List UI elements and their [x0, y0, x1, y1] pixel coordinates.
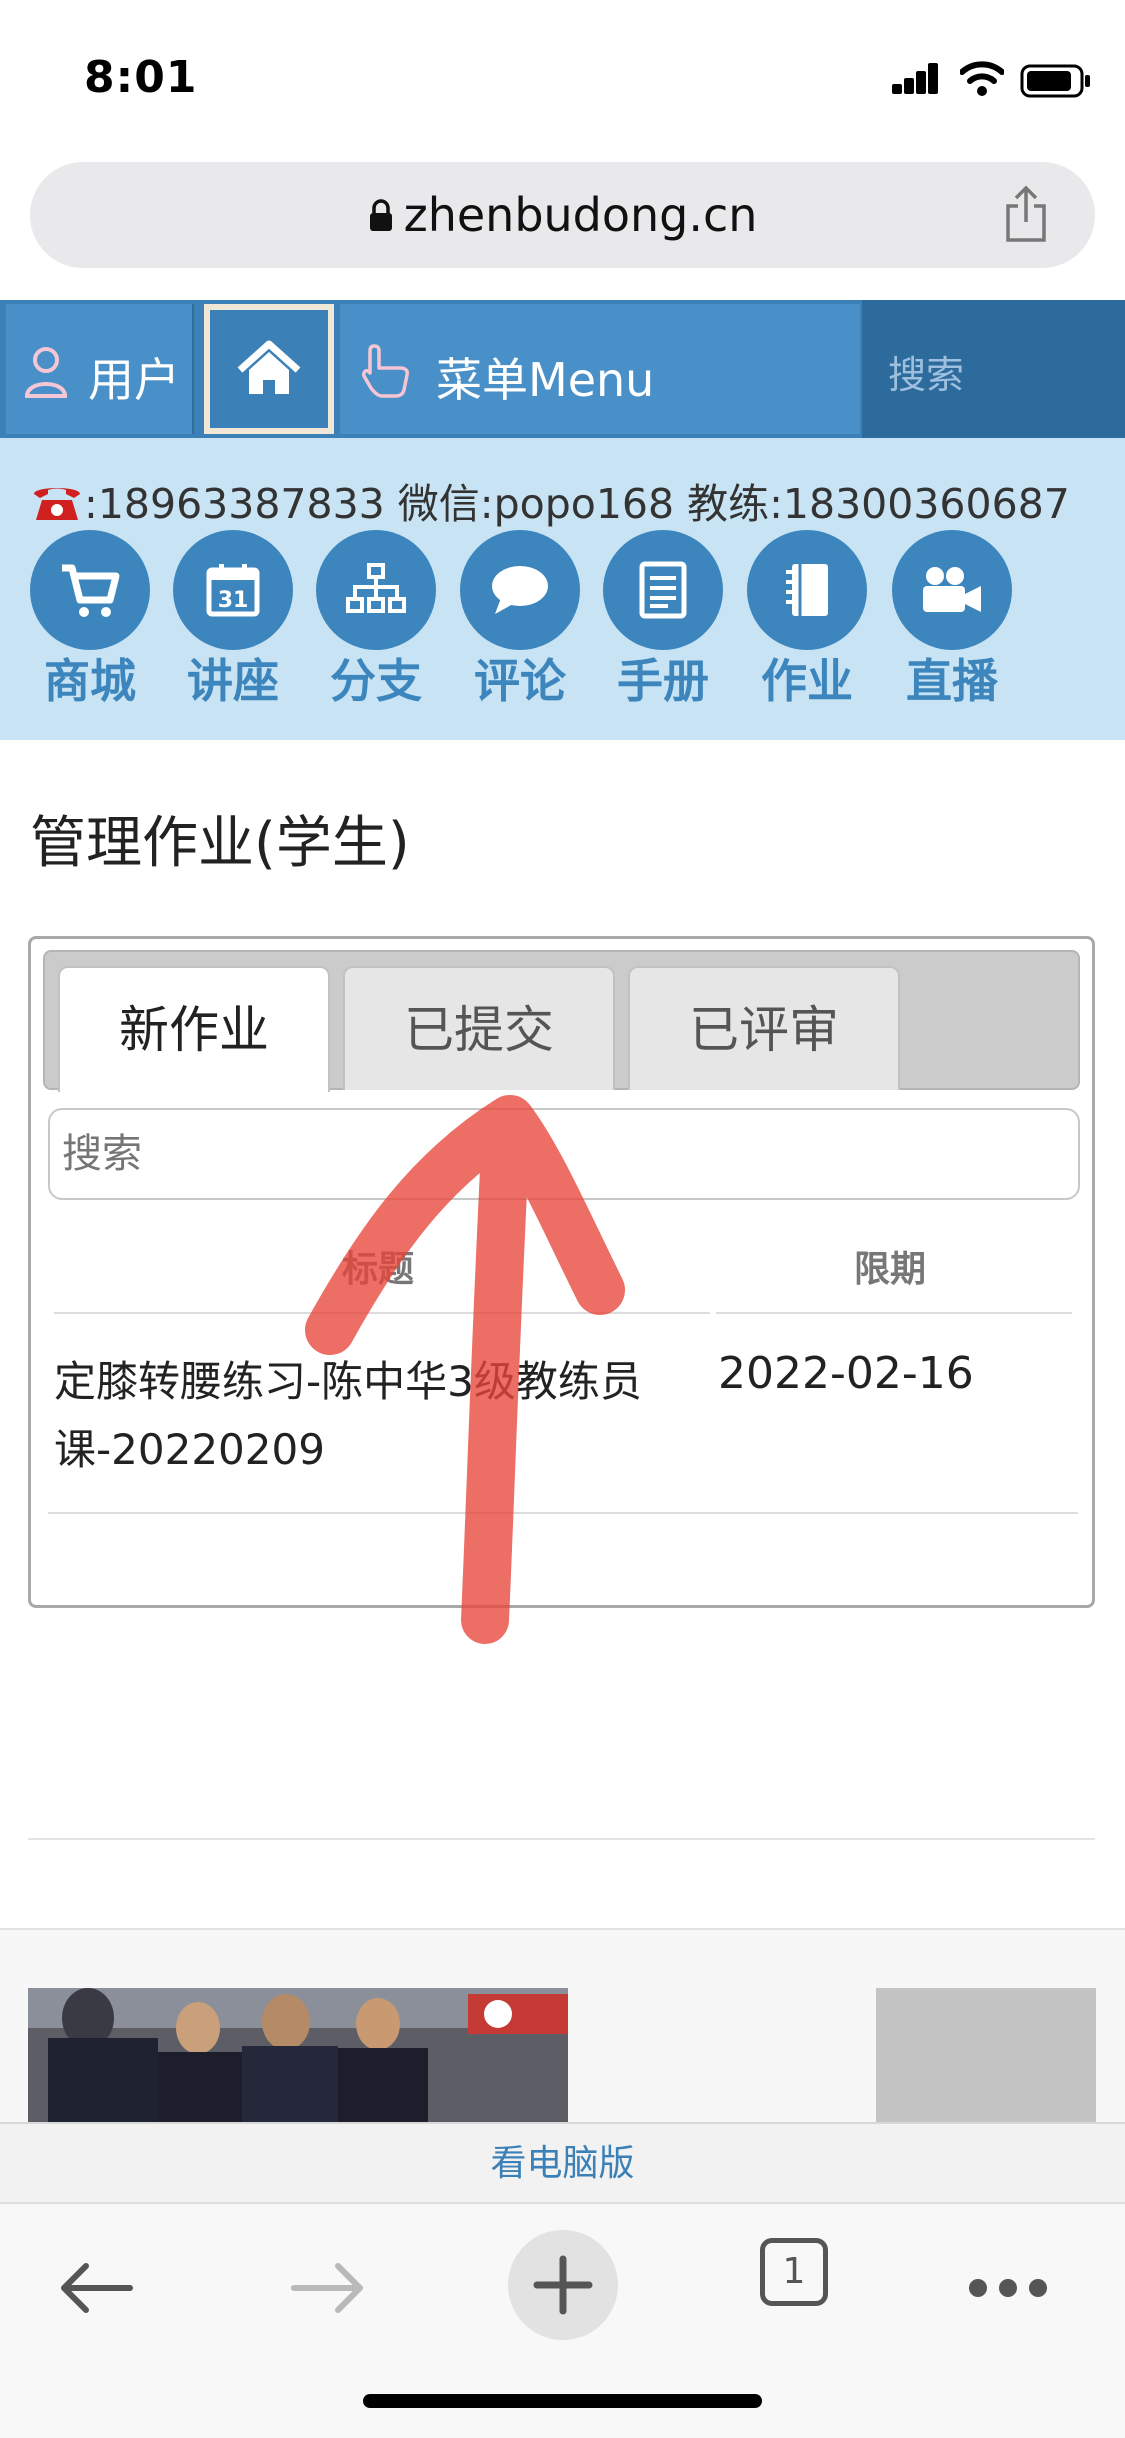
- category-label: 分支: [330, 654, 422, 708]
- url-display[interactable]: zhenbudong.cn: [30, 188, 1095, 242]
- nav-search-placeholder: 搜索: [888, 353, 965, 397]
- desktop-version-link[interactable]: 看电脑版: [0, 2122, 1125, 2204]
- category-item-manual[interactable]: 手册: [603, 530, 723, 712]
- category-label: 商城: [44, 654, 136, 708]
- category-item-live[interactable]: 直播: [892, 530, 1012, 712]
- category-label: 手册: [617, 654, 709, 708]
- category-item-lecture[interactable]: 31 讲座: [173, 530, 293, 712]
- cart-icon: [62, 564, 120, 617]
- new-tab-button[interactable]: [508, 2230, 618, 2340]
- home-button[interactable]: [204, 304, 334, 434]
- thumbnail-placeholder[interactable]: [876, 1988, 1096, 2122]
- home-icon: [237, 340, 301, 394]
- telephone-icon: [34, 488, 80, 520]
- homework-deadline: 2022-02-16: [718, 1348, 974, 1399]
- menu-label: 菜单Menu: [436, 353, 655, 407]
- battery-icon: [1020, 64, 1090, 98]
- address-bar[interactable]: zhenbudong.cn: [30, 162, 1095, 268]
- column-header-deadline[interactable]: 限期: [854, 1240, 926, 1292]
- category-item-comment[interactable]: 评论: [460, 530, 580, 712]
- nav-search-field[interactable]: 搜索: [862, 300, 1125, 438]
- plus-icon: [533, 2255, 593, 2315]
- category-item-shop[interactable]: 商城: [30, 530, 150, 712]
- tab-new-homework[interactable]: 新作业: [58, 966, 330, 1092]
- comment-icon: [492, 566, 548, 614]
- wifi-icon: [960, 61, 1004, 96]
- lock-icon: [369, 199, 392, 231]
- svg-text:31: 31: [218, 588, 249, 613]
- document-icon: [639, 561, 687, 619]
- category-label: 直播: [906, 654, 998, 708]
- video-camera-icon: [923, 567, 981, 612]
- pointing-hand-icon: [362, 344, 409, 398]
- user-icon: [24, 347, 68, 398]
- calendar-icon: 31: [206, 564, 260, 617]
- user-button[interactable]: 用户: [6, 304, 194, 434]
- category-item-homework[interactable]: 作业: [747, 530, 867, 712]
- cellular-signal-icon: [892, 62, 938, 94]
- category-item-branch[interactable]: 分支: [316, 530, 436, 712]
- annotation-arrow: [305, 1095, 625, 1644]
- forward-arrow-icon[interactable]: [288, 2258, 368, 2318]
- sitemap-icon: [346, 563, 406, 613]
- tab-submitted[interactable]: 已提交: [343, 966, 615, 1090]
- contact-line: :18963387833 微信:popo168 教练:18300360687: [30, 470, 1070, 530]
- menu-button[interactable]: 菜单Menu: [340, 304, 860, 434]
- category-label: 评论: [474, 654, 566, 708]
- url-text: zhenbudong.cn: [403, 188, 758, 242]
- thumbnail-photo[interactable]: [28, 1988, 568, 2122]
- more-icon[interactable]: [966, 2276, 1050, 2300]
- user-label: 用户: [88, 353, 180, 407]
- category-label: 作业: [761, 654, 853, 708]
- category-label: 讲座: [187, 654, 279, 708]
- back-arrow-icon[interactable]: [56, 2258, 136, 2318]
- page-title: 管理作业(学生): [30, 811, 410, 876]
- share-icon[interactable]: [1000, 184, 1052, 244]
- site-nav: 用户 菜单Menu 搜索: [0, 300, 1125, 438]
- tab-switcher-button[interactable]: 1: [760, 2238, 828, 2306]
- contact-text: :18963387833 微信:popo168 教练:18300360687: [84, 480, 1070, 528]
- notebook-icon: [786, 564, 828, 616]
- tab-count: 1: [782, 2251, 806, 2292]
- tab-reviewed[interactable]: 已评审: [628, 966, 900, 1090]
- status-time: 8:01: [84, 52, 198, 103]
- home-indicator: [363, 2394, 762, 2408]
